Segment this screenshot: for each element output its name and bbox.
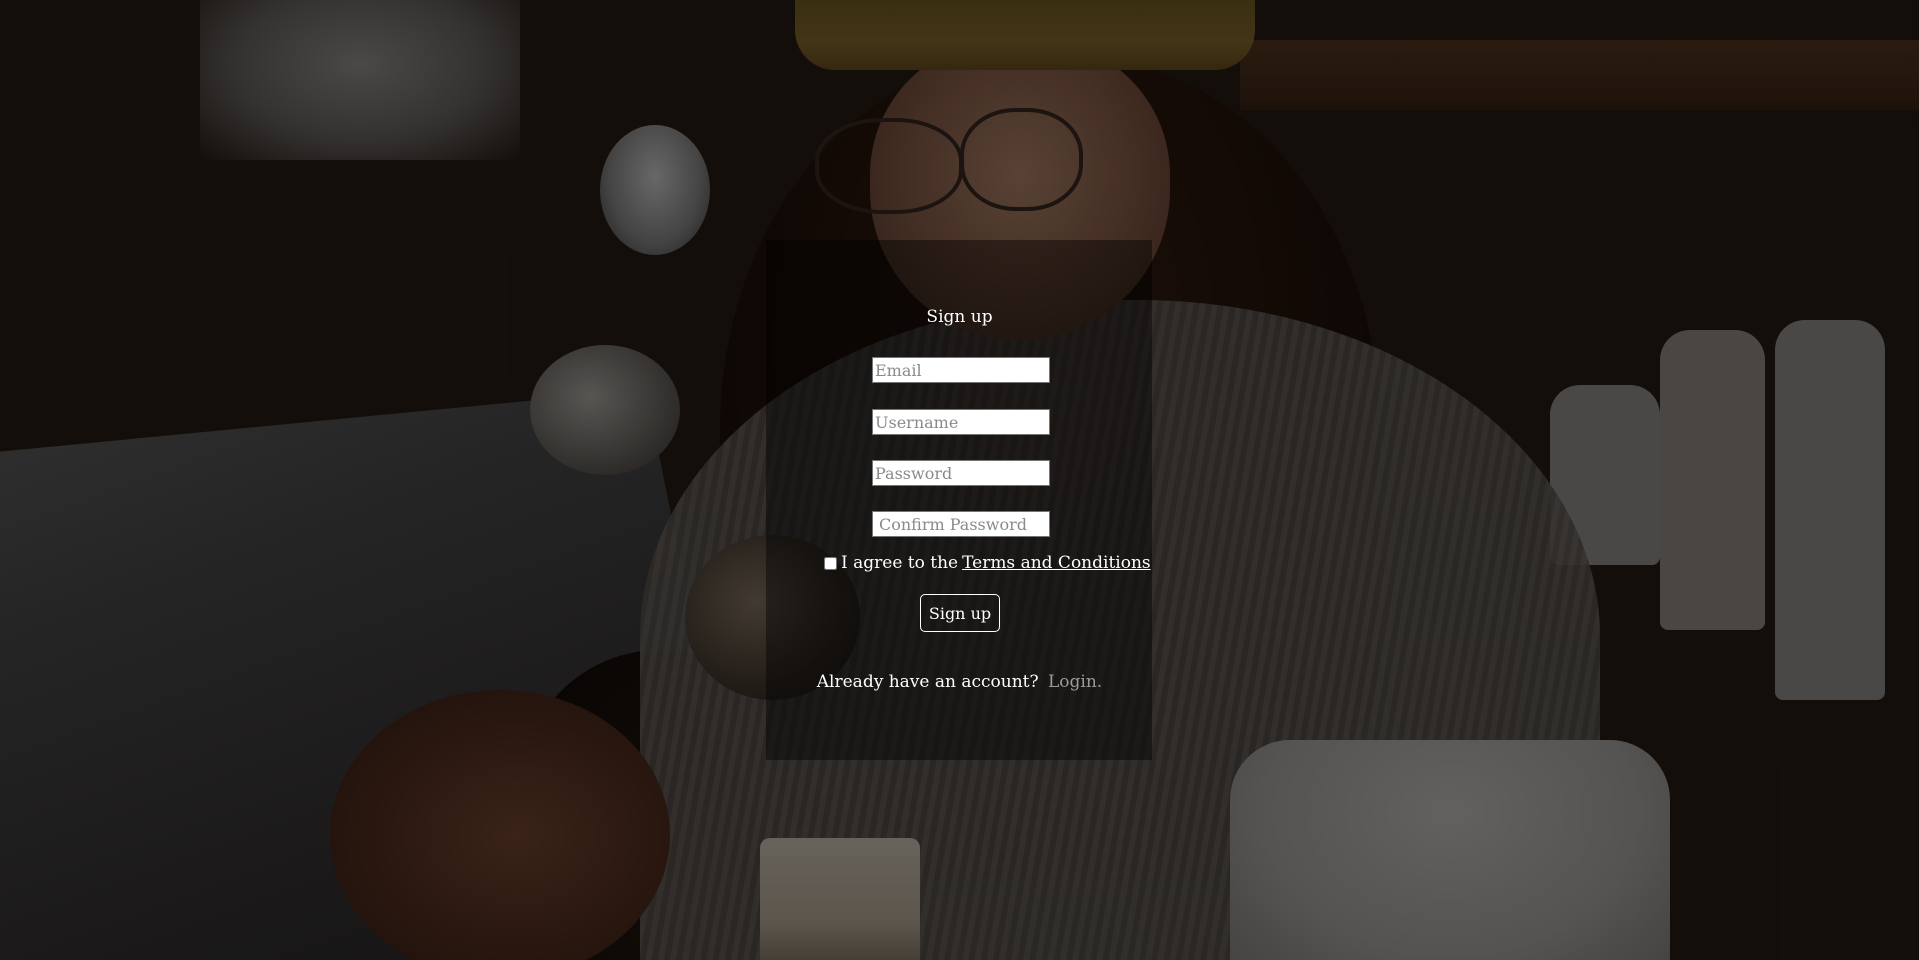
email-field[interactable]: [872, 357, 1050, 383]
password-field[interactable]: [872, 460, 1050, 486]
login-prompt-text: Already have an account?: [816, 672, 1039, 692]
terms-link[interactable]: Terms and Conditions: [962, 553, 1151, 573]
terms-checkbox[interactable]: [824, 556, 837, 570]
terms-row: I agree to the Terms and Conditions: [822, 551, 1151, 575]
signup-button[interactable]: Sign up: [920, 594, 1000, 632]
login-link[interactable]: Login.: [1048, 672, 1102, 692]
login-prompt: Already have an account? Login.: [0, 672, 1919, 692]
username-field[interactable]: [872, 409, 1050, 435]
terms-label: I agree to the: [841, 553, 959, 573]
confirm-password-field[interactable]: [872, 511, 1050, 537]
page-title: Sign up: [926, 307, 993, 327]
